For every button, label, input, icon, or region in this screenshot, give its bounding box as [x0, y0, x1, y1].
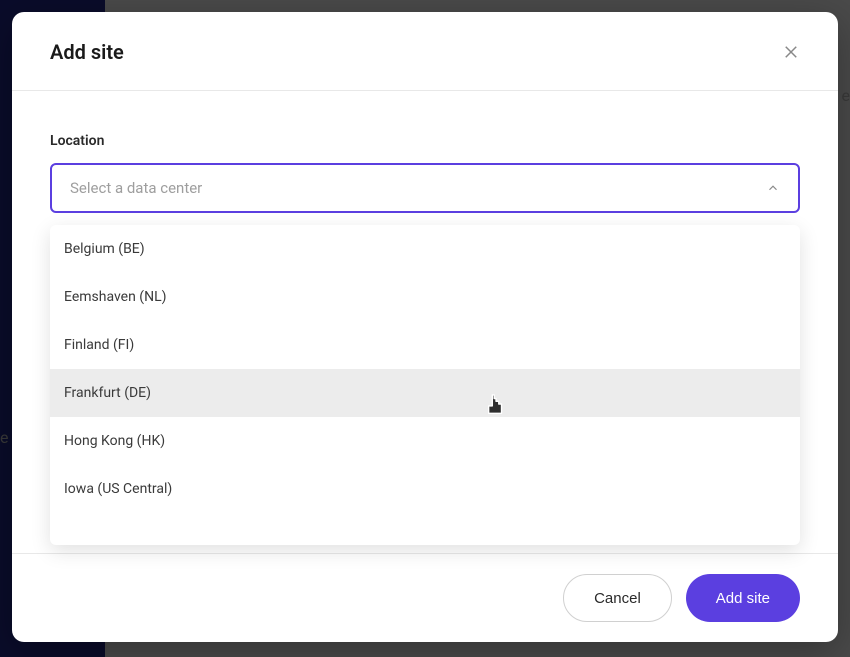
- dropdown-item[interactable]: Iowa (US Central): [50, 465, 800, 513]
- add-site-button[interactable]: Add site: [686, 574, 800, 622]
- add-site-modal: Add site Location Select a data center B…: [12, 12, 838, 642]
- location-dropdown: Belgium (BE)Eemshaven (NL)Finland (FI)Fr…: [50, 225, 800, 545]
- close-icon[interactable]: [782, 43, 800, 61]
- modal-header: Add site: [12, 12, 838, 91]
- dropdown-item[interactable]: Belgium (BE): [50, 225, 800, 273]
- location-label: Location: [50, 133, 800, 149]
- bg-text-right: e: [842, 86, 850, 105]
- dropdown-item[interactable]: Finland (FI): [50, 321, 800, 369]
- dropdown-item[interactable]: Frankfurt (DE): [50, 369, 800, 417]
- modal-title: Add site: [50, 40, 124, 64]
- chevron-up-icon: [766, 181, 780, 195]
- dropdown-item[interactable]: Hong Kong (HK): [50, 417, 800, 465]
- dropdown-item[interactable]: Eemshaven (NL): [50, 273, 800, 321]
- bg-text-left: e: [0, 428, 8, 447]
- cancel-button[interactable]: Cancel: [563, 574, 672, 622]
- modal-body: Location Select a data center Belgium (B…: [12, 91, 838, 553]
- select-placeholder: Select a data center: [70, 179, 202, 197]
- dropdown-list[interactable]: Belgium (BE)Eemshaven (NL)Finland (FI)Fr…: [50, 225, 800, 545]
- location-select[interactable]: Select a data center: [50, 163, 800, 213]
- modal-footer: Cancel Add site: [12, 553, 838, 642]
